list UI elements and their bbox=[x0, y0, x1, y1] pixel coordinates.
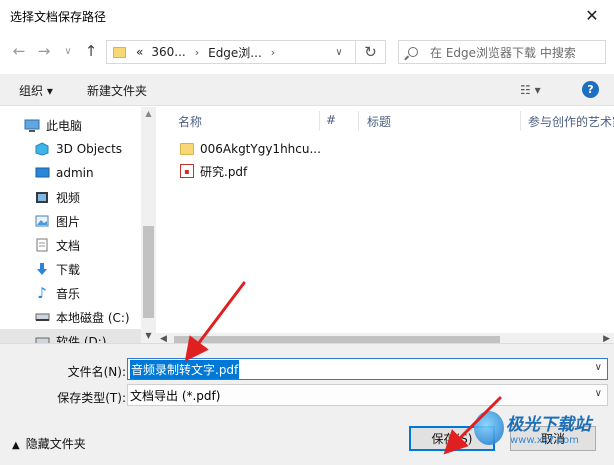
document-icon bbox=[34, 238, 50, 252]
column-divider[interactable] bbox=[520, 111, 521, 131]
scrollbar-thumb[interactable] bbox=[174, 336, 500, 343]
sort-ascending-icon: ^ bbox=[242, 107, 250, 114]
column-header-title[interactable]: 标题 bbox=[367, 113, 391, 130]
title-bar: 选择文档保存路径 ✕ bbox=[0, 0, 614, 30]
navigation-bar: ← → ∨ ↑ « 360... › Edge浏... › ∨ ↻ 在 Edge… bbox=[0, 30, 614, 74]
filetype-value: 文档导出 (*.pdf) bbox=[130, 388, 221, 403]
column-header-number[interactable]: # bbox=[326, 113, 336, 127]
sidebar-item-drive-d[interactable]: 软件 (D:) bbox=[0, 329, 141, 343]
drive-icon bbox=[34, 310, 50, 324]
sidebar-item-label: 图片 bbox=[56, 214, 81, 229]
scroll-left-arrow-icon[interactable]: ◀ bbox=[160, 334, 167, 343]
refresh-icon[interactable]: ↻ bbox=[355, 40, 386, 64]
sidebar-item-documents[interactable]: 文档 bbox=[0, 233, 141, 257]
watermark-logo: 极光下载站 www.xz7.com bbox=[470, 407, 610, 457]
sidebar-item-videos[interactable]: 视频 bbox=[0, 185, 141, 209]
scroll-down-arrow-icon[interactable]: ▼ bbox=[141, 329, 156, 343]
breadcrumb-separator-icon: › bbox=[270, 45, 276, 59]
breadcrumb-item[interactable]: Edge浏... bbox=[208, 44, 262, 61]
address-dropdown-chevron-icon[interactable]: ∨ bbox=[324, 41, 354, 63]
new-folder-button[interactable]: 新建文件夹 bbox=[87, 82, 147, 99]
up-arrow-icon[interactable]: ↑ bbox=[80, 40, 102, 62]
file-list: ^ 名称 # 标题 参与创作的艺术家 006AkgtYgy1hhcu... ▪ … bbox=[156, 107, 614, 343]
chevron-down-icon[interactable]: ∨ bbox=[595, 362, 602, 373]
close-icon[interactable]: ✕ bbox=[570, 0, 614, 30]
sidebar-item-label: 此电脑 bbox=[46, 118, 83, 133]
computer-icon bbox=[24, 118, 40, 132]
sidebar-item-downloads[interactable]: 下载 bbox=[0, 257, 141, 281]
sidebar-item-label: 3D Objects bbox=[56, 142, 123, 156]
filetype-label: 保存类型(T): bbox=[57, 391, 126, 405]
horizontal-scrollbar[interactable]: ◀ ▶ bbox=[156, 333, 614, 343]
video-icon bbox=[34, 190, 50, 204]
desktop-icon bbox=[34, 166, 50, 180]
sidebar-item-label: 软件 (D:) bbox=[56, 334, 107, 344]
hide-folders-label: 隐藏文件夹 bbox=[25, 437, 86, 451]
sidebar-item-label: 音乐 bbox=[56, 286, 81, 301]
file-name: 研究.pdf bbox=[200, 164, 248, 179]
folder-icon bbox=[113, 46, 126, 58]
sidebar-item-label: 文档 bbox=[56, 238, 81, 253]
column-header-name[interactable]: 名称 bbox=[178, 113, 202, 130]
list-item[interactable]: 006AkgtYgy1hhcu... bbox=[180, 138, 321, 160]
address-bar[interactable]: « 360... › Edge浏... › ∨ bbox=[106, 40, 386, 64]
music-icon: ♪ bbox=[37, 284, 47, 302]
folder-icon bbox=[180, 143, 194, 155]
filename-label: 文件名(N): bbox=[67, 365, 126, 379]
download-icon bbox=[34, 262, 50, 276]
sidebar-item-this-pc[interactable]: 此电脑 bbox=[0, 113, 141, 137]
navigation-pane: 此电脑 3D Objects admin 视频 图片 文档 下载 ♪ 音乐 本地… bbox=[0, 107, 156, 343]
column-divider[interactable] bbox=[358, 111, 359, 131]
cube-icon bbox=[34, 142, 50, 156]
watermark-globe-icon bbox=[474, 411, 504, 445]
scrollbar-thumb[interactable] bbox=[143, 226, 154, 318]
sidebar-item-local-disk-c[interactable]: 本地磁盘 (C:) bbox=[0, 305, 141, 329]
sidebar-item-admin[interactable]: admin bbox=[0, 161, 141, 185]
sidebar-item-label: 视频 bbox=[56, 190, 81, 205]
help-icon[interactable]: ? bbox=[582, 81, 599, 98]
organize-button[interactable]: 组织 ▾ bbox=[19, 82, 53, 99]
back-arrow-icon[interactable]: ← bbox=[8, 40, 30, 62]
sidebar-item-music[interactable]: ♪ 音乐 bbox=[0, 281, 141, 305]
sidebar-scrollbar[interactable]: ▲ ▼ bbox=[141, 107, 156, 343]
breadcrumb-separator-icon: › bbox=[194, 45, 200, 59]
chevron-down-icon[interactable]: ∨ bbox=[595, 388, 602, 399]
list-item[interactable]: ▪ 研究.pdf bbox=[180, 160, 247, 182]
breadcrumb-overflow[interactable]: « bbox=[136, 45, 143, 59]
column-header-contributing-artists[interactable]: 参与创作的艺术家 bbox=[528, 113, 614, 130]
forward-arrow-icon[interactable]: → bbox=[33, 40, 55, 62]
sidebar-item-label: admin bbox=[56, 166, 94, 180]
breadcrumb-item[interactable]: 360... bbox=[151, 45, 185, 59]
sidebar-item-pictures[interactable]: 图片 bbox=[0, 209, 141, 233]
filename-value[interactable]: 音频录制转文字.pdf bbox=[130, 359, 240, 379]
pdf-file-icon: ▪ bbox=[180, 164, 194, 178]
sidebar-item-label: 下载 bbox=[56, 262, 81, 277]
search-placeholder: 在 Edge浏览器下载 中搜索 bbox=[430, 45, 576, 60]
search-input[interactable]: 在 Edge浏览器下载 中搜索 bbox=[398, 40, 606, 64]
window-title: 选择文档保存路径 bbox=[10, 10, 107, 24]
scroll-right-arrow-icon[interactable]: ▶ bbox=[603, 334, 610, 343]
recent-locations-chevron-icon[interactable]: ∨ bbox=[57, 40, 79, 62]
view-options-icon[interactable]: ☷ ▾ bbox=[520, 83, 541, 97]
chevron-up-icon: ▲ bbox=[12, 440, 20, 451]
filename-input[interactable]: 音频录制转文字.pdf ∨ bbox=[127, 358, 608, 380]
column-divider[interactable] bbox=[319, 111, 320, 131]
sidebar-item-label: 本地磁盘 (C:) bbox=[56, 310, 130, 325]
sidebar-item-3d-objects[interactable]: 3D Objects bbox=[0, 137, 141, 161]
watermark-url: www.xz7.com bbox=[510, 435, 579, 446]
column-header-row: ^ 名称 # 标题 参与创作的艺术家 bbox=[156, 107, 614, 133]
drive-icon bbox=[34, 334, 50, 343]
picture-icon bbox=[34, 214, 50, 228]
file-name: 006AkgtYgy1hhcu... bbox=[200, 142, 321, 156]
search-icon bbox=[408, 47, 418, 57]
watermark-title: 极光下载站 bbox=[506, 415, 591, 435]
command-bar: 组织 ▾ 新建文件夹 ☷ ▾ ? bbox=[0, 74, 614, 106]
hide-folders-toggle[interactable]: ▲ 隐藏文件夹 bbox=[12, 435, 86, 452]
scroll-up-arrow-icon[interactable]: ▲ bbox=[141, 107, 156, 121]
filetype-select[interactable]: 文档导出 (*.pdf) ∨ bbox=[127, 384, 608, 406]
